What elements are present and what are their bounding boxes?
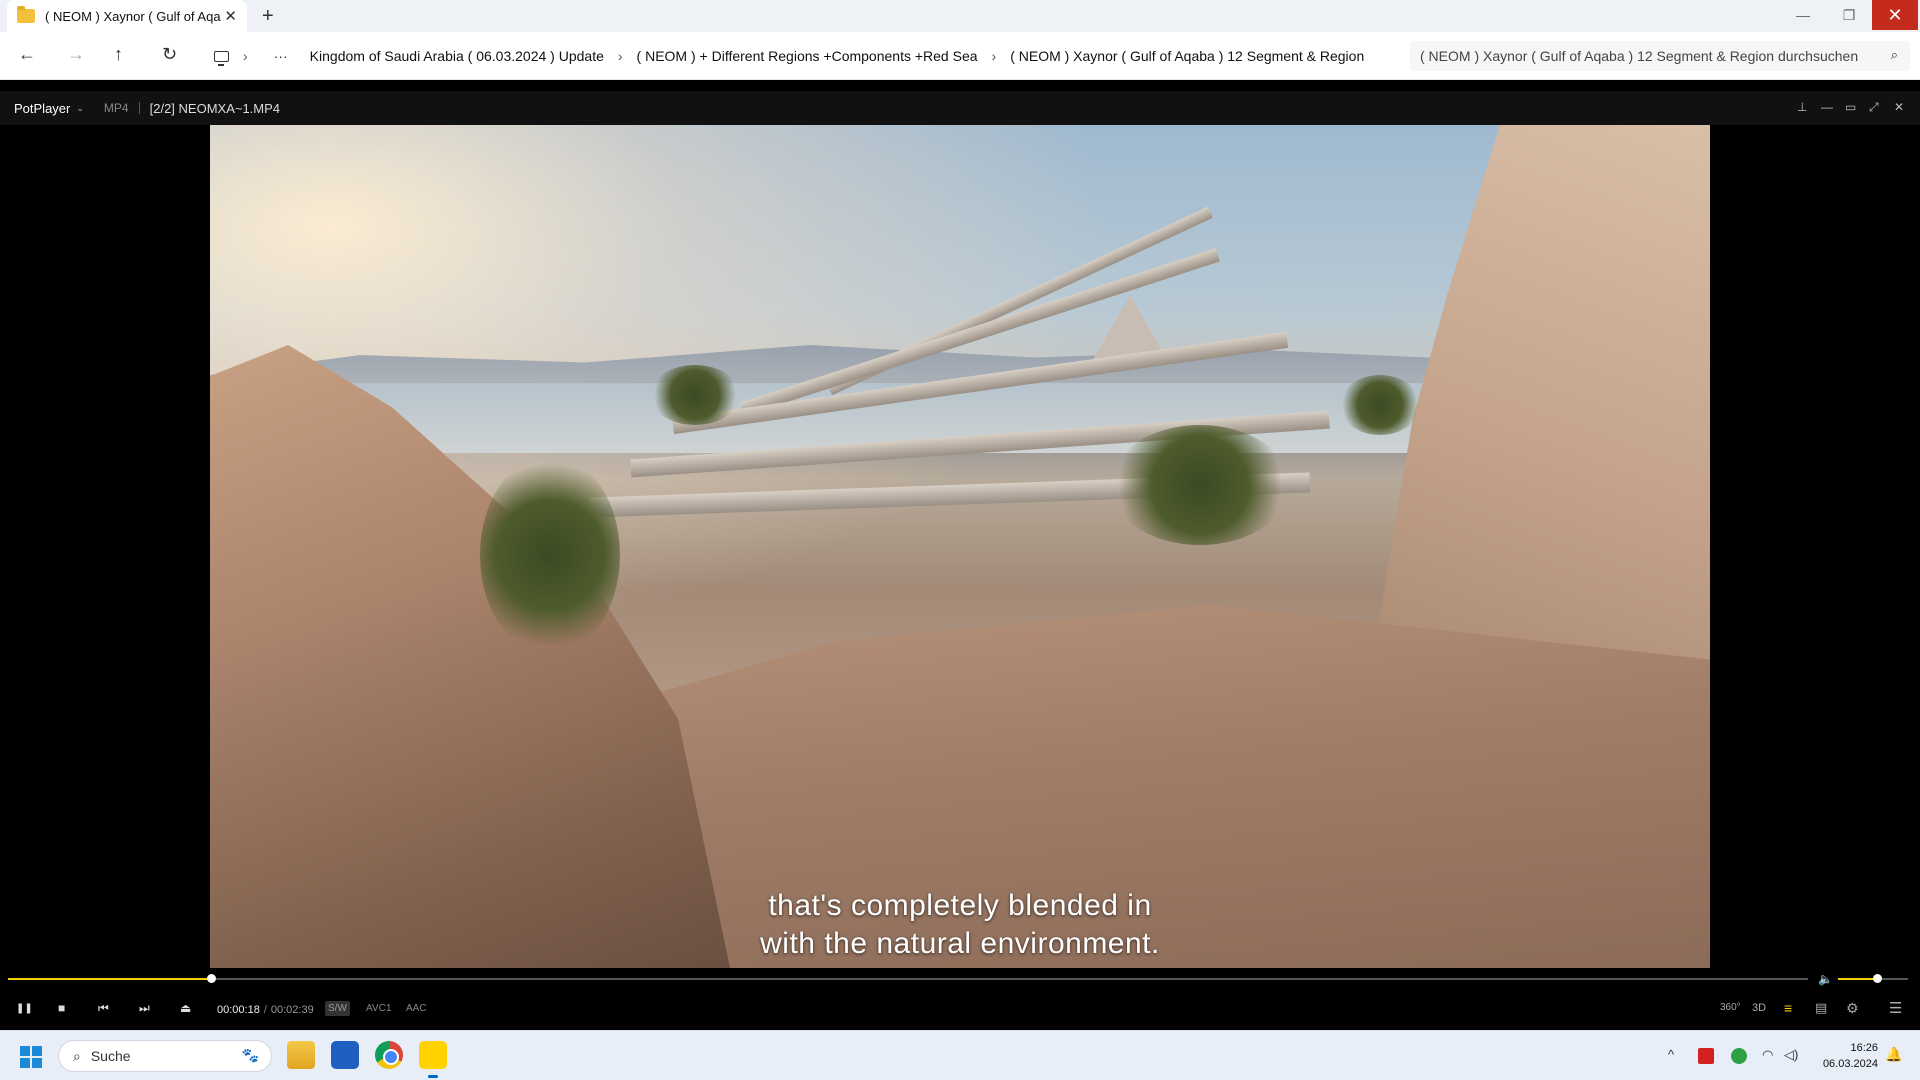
- taskbar: ⌕ Suche 🐾 ^ ◠ ◁) 16:26 06.03.2024 🔔: [0, 1030, 1920, 1080]
- potplayer-taskbar-icon[interactable]: [419, 1041, 447, 1078]
- speaker-icon[interactable]: ◁): [1784, 1047, 1798, 1063]
- search-icon: ⌕: [73, 1047, 81, 1064]
- subtitle: that's completely blended in with the na…: [210, 887, 1710, 963]
- chevron-right-icon[interactable]: ›: [243, 48, 248, 64]
- tray-app-green-icon[interactable]: [1731, 1048, 1747, 1064]
- seek-bar[interactable]: [8, 974, 1808, 983]
- settings-gear-icon[interactable]: ⚙: [1846, 1000, 1859, 1017]
- explorer-address-bar: ← → ↑ ↻ › ··· Kingdom of Saudi Arabia ( …: [0, 32, 1920, 80]
- pause-button[interactable]: ❚❚: [16, 1003, 33, 1014]
- video-palm: [1340, 375, 1420, 435]
- tray-app-red-icon[interactable]: [1698, 1048, 1714, 1064]
- volume-slider[interactable]: [1838, 974, 1908, 983]
- next-button[interactable]: ⏭: [139, 1001, 150, 1016]
- video-palm: [480, 455, 620, 655]
- explorer-tab[interactable]: ( NEOM ) Xaynor ( Gulf of Aqa ✕: [7, 0, 247, 32]
- back-button[interactable]: ←: [18, 44, 36, 65]
- folder-search-input[interactable]: ( NEOM ) Xaynor ( Gulf of Aqaba ) 12 Seg…: [1410, 41, 1910, 71]
- player-minimize-button[interactable]: —: [1821, 100, 1833, 114]
- fullscreen-button[interactable]: ⤢: [1869, 100, 1879, 115]
- clock[interactable]: 16:26 06.03.2024: [1812, 1040, 1878, 1072]
- chevron-down-icon[interactable]: ⌄: [76, 103, 84, 114]
- breadcrumb-item[interactable]: Kingdom of Saudi Arabia ( 06.03.2024 ) U…: [310, 48, 604, 64]
- search-highlight-icon: 🐾: [241, 1047, 259, 1063]
- notification-bell-icon[interactable]: 🔔: [1885, 1046, 1902, 1063]
- menu-icon[interactable]: ☰: [1889, 999, 1902, 1017]
- chrome-icon[interactable]: [375, 1041, 403, 1069]
- 3d-button[interactable]: 3D: [1752, 1002, 1766, 1014]
- subtitle-line: with the natural environment.: [760, 927, 1160, 960]
- time-total: 00:02:39: [270, 1004, 314, 1016]
- volume-icon[interactable]: 🔈: [1818, 972, 1833, 986]
- player-close-button[interactable]: ✕: [1894, 100, 1904, 114]
- window-maximize-button[interactable]: ❐: [1826, 0, 1872, 30]
- volume-slider-fill: [1838, 978, 1877, 980]
- sw-decoder-tag[interactable]: S/W: [325, 1001, 350, 1016]
- monitor-icon[interactable]: [214, 50, 229, 66]
- windows-start-icon[interactable]: [20, 1046, 42, 1068]
- potplayer-menu-button[interactable]: PotPlayer: [14, 101, 70, 116]
- video-frame[interactable]: that's completely blended in with the na…: [210, 125, 1710, 968]
- taskbar-search-label: Suche: [90, 1048, 131, 1064]
- up-button[interactable]: ↑: [114, 44, 123, 65]
- clock-time: 16:26: [1850, 1042, 1878, 1054]
- time-separator: /: [263, 1004, 267, 1016]
- tab-title: ( NEOM ) Xaynor ( Gulf of Aqa: [45, 8, 221, 24]
- seek-bar-fill: [8, 978, 212, 980]
- wifi-icon[interactable]: ◠: [1762, 1047, 1773, 1063]
- store-icon[interactable]: [331, 1041, 359, 1069]
- breadcrumb-item[interactable]: ( NEOM ) + Different Regions +Components…: [637, 48, 978, 64]
- time-current: 00:00:18: [217, 1004, 260, 1016]
- player-maximize-button[interactable]: ▭: [1845, 100, 1856, 114]
- player-title-bar: PotPlayer ⌄ MP4 [2/2] NEOMXA~1.MP4 ⊥ — ▭…: [0, 91, 1920, 125]
- 360-view-button[interactable]: 360°: [1720, 1002, 1741, 1013]
- refresh-button[interactable]: ↻: [162, 44, 177, 65]
- forward-button[interactable]: →: [67, 44, 85, 65]
- folder-icon: [17, 6, 35, 23]
- chevron-right-icon[interactable]: ›: [618, 48, 623, 64]
- format-label: MP4: [103, 101, 129, 115]
- video-palm: [650, 365, 740, 425]
- search-placeholder: ( NEOM ) Xaynor ( Gulf of Aqaba ) 12 Seg…: [1420, 48, 1859, 64]
- file-name: [2/2] NEOMXA~1.MP4: [149, 100, 281, 116]
- pin-icon[interactable]: ⊥: [1797, 100, 1807, 114]
- taskbar-search-input[interactable]: ⌕ Suche 🐾: [58, 1040, 272, 1072]
- divider: [138, 102, 140, 114]
- video-codec-tag[interactable]: AVC1: [363, 1001, 394, 1016]
- breadcrumb-more-button[interactable]: ···: [274, 48, 288, 64]
- explorer-tab-bar: ( NEOM ) Xaynor ( Gulf of Aqa ✕ + — ❐ ✕: [0, 0, 1920, 32]
- window-minimize-button[interactable]: —: [1780, 0, 1826, 30]
- breadcrumb-item[interactable]: ( NEOM ) Xaynor ( Gulf of Aqaba ) 12 Seg…: [1010, 48, 1364, 64]
- stop-button[interactable]: ■: [58, 1001, 65, 1015]
- clock-date: 06.03.2024: [1822, 1058, 1878, 1070]
- tab-close-button[interactable]: ✕: [224, 7, 237, 25]
- audio-codec-tag[interactable]: AAC: [403, 1001, 430, 1016]
- volume-handle[interactable]: [1872, 974, 1882, 983]
- potplayer-window: PotPlayer ⌄ MP4 [2/2] NEOMXA~1.MP4 ⊥ — ▭…: [0, 91, 1920, 1030]
- new-tab-button[interactable]: +: [262, 5, 274, 28]
- seek-handle[interactable]: [207, 974, 217, 983]
- file-explorer-icon[interactable]: [287, 1041, 315, 1069]
- player-controls: ❚❚ ■ ⏮ ⏭ ⏏ 00:00:18/00:02:39 S/W AVC1 AA…: [0, 991, 1920, 1030]
- video-palm: [1110, 425, 1290, 545]
- eject-button[interactable]: ⏏: [180, 1001, 191, 1015]
- playlist-button[interactable]: ≡: [1784, 1000, 1792, 1016]
- previous-button[interactable]: ⏮: [98, 1001, 109, 1016]
- panel-button[interactable]: ▤: [1815, 1000, 1827, 1016]
- breadcrumb: › ··· Kingdom of Saudi Arabia ( 06.03.20…: [208, 41, 1400, 71]
- window-close-button[interactable]: ✕: [1872, 0, 1918, 30]
- chevron-right-icon[interactable]: ›: [992, 48, 997, 64]
- search-icon: ⌕: [1890, 47, 1898, 62]
- tray-chevron-icon[interactable]: ^: [1668, 1047, 1674, 1062]
- subtitle-line: that's completely blended in: [768, 889, 1152, 922]
- time-display: 00:00:18/00:02:39: [217, 1004, 314, 1016]
